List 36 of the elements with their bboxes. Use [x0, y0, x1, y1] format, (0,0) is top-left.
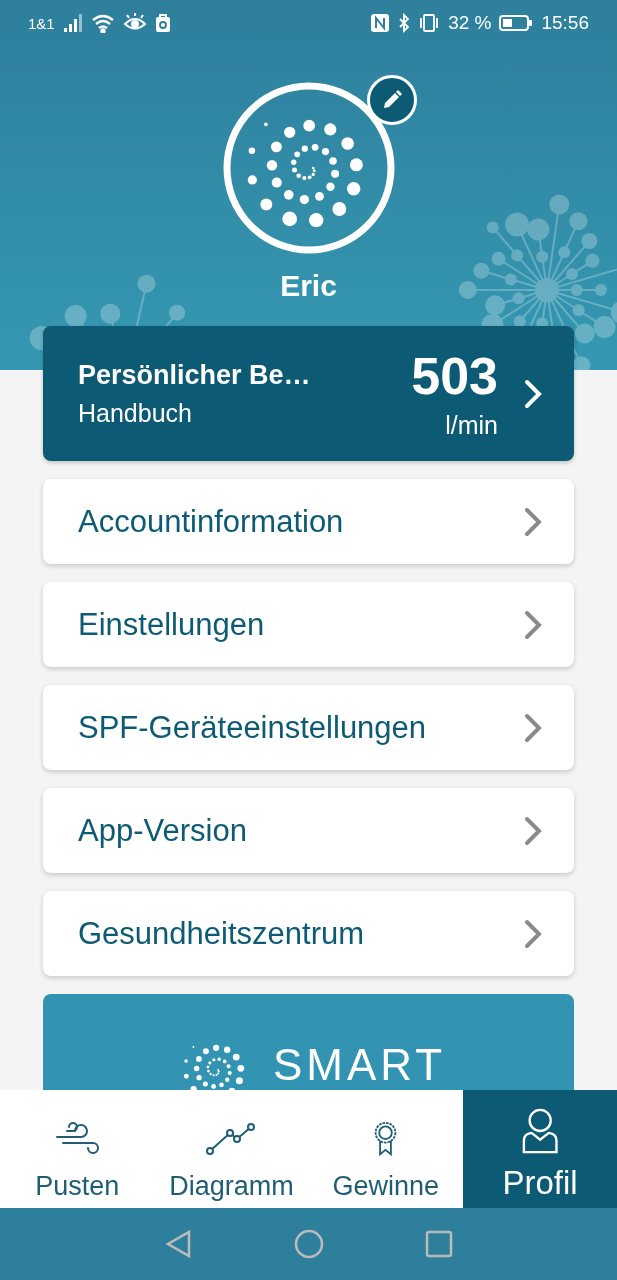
- menu-item[interactable]: Accountinformation: [43, 479, 574, 564]
- home-icon[interactable]: [293, 1229, 324, 1259]
- edit-button[interactable]: [366, 75, 417, 125]
- nfc-icon: [370, 13, 391, 33]
- card-subtitle: Handbuch: [78, 398, 192, 428]
- wifi-icon: [90, 13, 115, 33]
- wind-icon: [55, 1121, 100, 1157]
- menu-item[interactable]: App-Version: [43, 788, 574, 873]
- bluetooth-icon: [398, 13, 411, 33]
- chevron-right-icon: [522, 378, 544, 409]
- recent-apps-icon[interactable]: [423, 1229, 454, 1259]
- vibrate-icon: [418, 13, 441, 33]
- logo-text: SMART: [272, 1042, 447, 1088]
- chevron-right-icon: [522, 918, 544, 949]
- shopping-bag-icon: [154, 13, 171, 33]
- battery-percent: 32 %: [448, 12, 492, 34]
- chevron-right-icon: [522, 609, 544, 640]
- chevron-right-icon: [522, 506, 544, 537]
- menu-item[interactable]: Gesundheitszentrum: [43, 891, 574, 976]
- profile-name: Eric: [280, 268, 337, 304]
- person-icon: [520, 1108, 560, 1154]
- line-chart-icon: [206, 1121, 257, 1157]
- nav-tab[interactable]: Profil: [463, 1090, 617, 1208]
- chevron-right-icon: [522, 712, 544, 743]
- avatar[interactable]: [222, 82, 395, 254]
- clock: 15:56: [541, 12, 589, 34]
- card-title: Persönlicher Be…: [78, 359, 311, 391]
- best-value-card[interactable]: Persönlicher Be… Handbuch 503 l/min: [43, 326, 574, 461]
- menu-item[interactable]: SPF-Geräteeinstellungen: [43, 685, 574, 770]
- unit-label: l/min: [445, 411, 498, 440]
- peak-flow-value: 503: [411, 347, 498, 405]
- battery-icon: [499, 13, 534, 33]
- menu-item[interactable]: Einstellungen: [43, 582, 574, 667]
- carrier-label: 1&1: [28, 14, 55, 32]
- chevron-right-icon: [522, 815, 544, 846]
- signal-icon: [62, 13, 83, 33]
